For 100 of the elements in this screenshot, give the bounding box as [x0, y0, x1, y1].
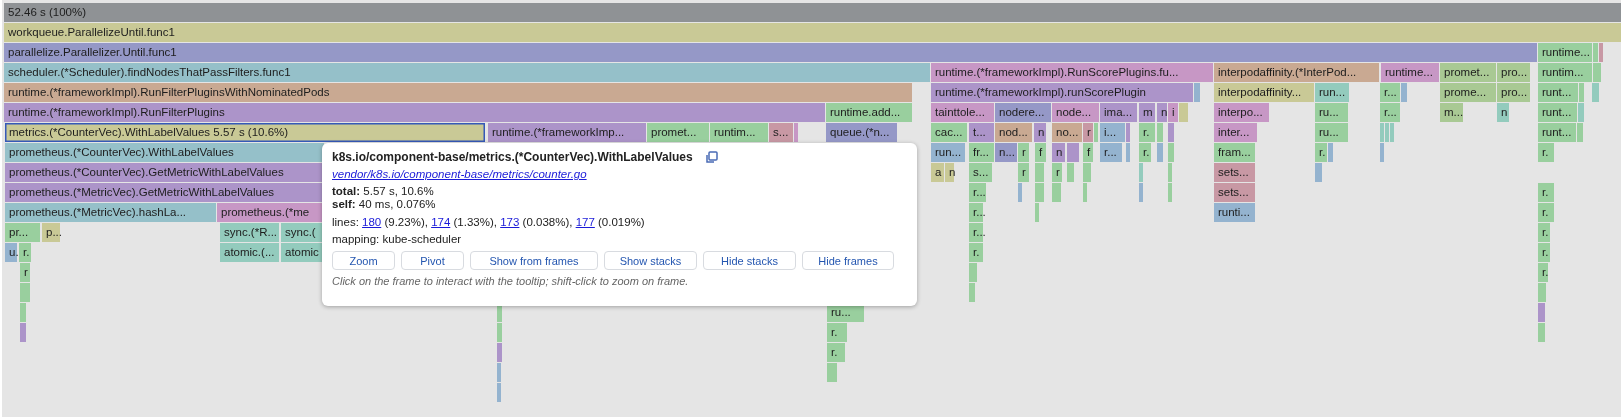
flame-frame[interactable]: sets...	[1214, 183, 1255, 202]
flame-frame[interactable]: r.	[1538, 243, 1550, 262]
flame-frame[interactable]: n	[1497, 103, 1509, 122]
flame-frame[interactable]	[794, 123, 798, 142]
action-button[interactable]: Hide stacks	[703, 251, 796, 270]
flame-frame[interactable]: ru...	[1315, 103, 1348, 122]
flame-frame[interactable]: prometheus.(*me	[217, 203, 324, 222]
flame-frame[interactable]: runtime.(*frameworkImpl).RunFilterPlugins	[4, 103, 825, 122]
flame-frame[interactable]: runt...	[1538, 103, 1577, 122]
flame-frame[interactable]: runtime.(*frameworkImpl).RunScorePlugins.fu...	[931, 63, 1213, 82]
flame-frame[interactable]: r.	[1139, 123, 1155, 142]
flame-frame[interactable]: r.	[1315, 143, 1327, 162]
flame-frame[interactable]: ru...	[1315, 123, 1348, 142]
flame-frame[interactable]: r...	[969, 223, 983, 242]
flame-frame[interactable]: m...	[1440, 103, 1463, 122]
flame-frame[interactable]: prometheus.(*MetricVec).hashLa...	[5, 203, 216, 222]
flame-frame[interactable]: i	[1168, 103, 1178, 122]
flame-frame[interactable]: interpodaffinity...	[1214, 83, 1314, 102]
line-link[interactable]: 174	[431, 216, 451, 228]
flame-frame[interactable]: r.	[1538, 263, 1548, 282]
flame-frame[interactable]: i...	[1100, 123, 1125, 142]
flame-frame[interactable]: r.	[969, 243, 983, 262]
flame-frame[interactable]: r...	[1380, 83, 1400, 102]
flame-frame[interactable]: r.	[1538, 203, 1554, 222]
flame-frame[interactable]: queue.(*n...	[826, 123, 897, 142]
flame-frame[interactable]: run...	[931, 143, 965, 162]
flame-frame[interactable]: tainttole...	[931, 103, 994, 122]
flame-frame[interactable]: r.	[1139, 143, 1151, 162]
flame-frame[interactable]: runtime.(*frameworkImp...	[488, 123, 646, 142]
flame-frame[interactable]: r.	[1538, 223, 1550, 242]
flame-frame[interactable]: n	[1157, 103, 1167, 122]
flame-frame[interactable]: sync.(	[281, 223, 324, 242]
flame-frame[interactable]: pro...	[1497, 63, 1530, 82]
flame-frame[interactable]: runtim...	[1538, 63, 1592, 82]
flame-frame[interactable]: nodere...	[995, 103, 1051, 122]
flame-frame[interactable]: atomic	[281, 243, 324, 262]
line-link[interactable]: 173	[500, 216, 520, 228]
flame-frame[interactable]: workqueue.ParallelizeUntil.func1	[4, 23, 1621, 42]
flame-frame[interactable]: p...	[42, 223, 60, 242]
action-button[interactable]: Pivot	[401, 251, 464, 270]
flame-frame[interactable]: f	[1083, 143, 1093, 162]
flame-frame[interactable]: runtime.(*frameworkImpl).runScorePlugin	[931, 83, 1193, 102]
flame-frame[interactable]: inter...	[1214, 123, 1257, 142]
flame-frame[interactable]: f	[1035, 143, 1046, 162]
flame-frame[interactable]: runtime...	[1381, 63, 1439, 82]
flame-frame[interactable]: runti...	[1214, 203, 1255, 222]
flame-frame[interactable]: s...	[769, 123, 793, 142]
flame-frame[interactable]: run...	[1315, 83, 1349, 102]
copy-icon[interactable]	[704, 150, 718, 164]
flame-frame[interactable]: r	[20, 263, 30, 282]
flame-frame[interactable]: promet...	[1440, 63, 1496, 82]
flame-frame[interactable]: r	[1052, 163, 1062, 182]
flame-frame[interactable]: runt...	[1538, 83, 1578, 102]
flame-frame[interactable]: a	[931, 163, 944, 182]
flame-frame[interactable]: n...	[995, 143, 1017, 162]
flame-frame[interactable]: runt...	[1538, 123, 1576, 142]
flame-frame[interactable]: r...	[969, 203, 983, 222]
flame-frame[interactable]: r	[1083, 123, 1093, 142]
action-button[interactable]: Zoom	[332, 251, 395, 270]
flame-frame[interactable]: pr...	[5, 223, 40, 242]
flame-frame[interactable]: prometheus.(*MetricVec).GetMetricWithLabelValues	[5, 183, 324, 202]
flame-frame[interactable]: runtime.add...	[826, 103, 912, 122]
flame-frame[interactable]: parallelize.Parallelizer.Until.func1	[4, 43, 1537, 62]
action-button[interactable]: Hide frames	[802, 251, 894, 270]
flame-frame[interactable]: u.	[5, 243, 17, 262]
flame-frame[interactable]: r	[1018, 143, 1029, 162]
flame-frame[interactable]: prome...	[1440, 83, 1496, 102]
flame-frame[interactable]: r...	[969, 183, 986, 202]
flame-frame[interactable]: promet...	[647, 123, 709, 142]
flame-frame[interactable]: node...	[1052, 103, 1099, 122]
flame-frame[interactable]: r.	[1538, 183, 1554, 202]
flame-frame[interactable]: cac...	[931, 123, 967, 142]
flame-frame[interactable]: sets...	[1214, 163, 1255, 182]
flame-frame[interactable]: scheduler.(*Scheduler).findNodesThatPassFilters.func1	[4, 63, 930, 82]
flame-frame[interactable]: no...	[1052, 123, 1082, 142]
flame-frame[interactable]: r.	[19, 243, 31, 262]
flame-frame[interactable]: r...	[1100, 143, 1122, 162]
flame-frame[interactable]: r.	[827, 323, 847, 342]
flame-frame[interactable]: prometheus.(*CounterVec).GetMetricWithLabelValues	[5, 163, 324, 182]
flame-frame[interactable]: interpodaffinity.(*InterPod...	[1214, 63, 1379, 82]
line-link[interactable]: 180	[362, 216, 382, 228]
flame-frame[interactable]: runtime...	[1538, 43, 1592, 62]
flame-frame[interactable]: pro...	[1497, 83, 1530, 102]
flame-frame[interactable]: s...	[969, 163, 992, 182]
flame-frame[interactable]: ima...	[1100, 103, 1137, 122]
flame-frame[interactable]: n	[1034, 123, 1046, 142]
flame-frame[interactable]: interpo...	[1214, 103, 1269, 122]
file-link[interactable]: vendor/k8s.io/component-base/metrics/counter.go	[332, 168, 587, 180]
flame-frame[interactable]: r...	[1380, 103, 1400, 122]
flame-frame[interactable]: runtime.(*frameworkImpl).RunFilterPluginsWithNominatedPods	[4, 83, 912, 102]
flame-frame[interactable]: r.	[1538, 143, 1554, 162]
flame-frame[interactable]: nod...	[995, 123, 1032, 142]
action-button[interactable]: Show from frames	[470, 251, 598, 270]
flame-frame[interactable]: 52.46 s (100%)	[4, 3, 1621, 22]
flame-frame[interactable]: metrics.(*CounterVec).WithLabelValues 5.57 s (10.6%)	[5, 123, 485, 142]
flame-frame[interactable]: r.	[827, 343, 845, 362]
flame-frame[interactable]: t...	[969, 123, 994, 142]
flame-frame[interactable]: m	[1139, 103, 1155, 122]
flame-frame[interactable]: atomic.(...	[220, 243, 279, 262]
flame-frame[interactable]: fr...	[969, 143, 994, 162]
